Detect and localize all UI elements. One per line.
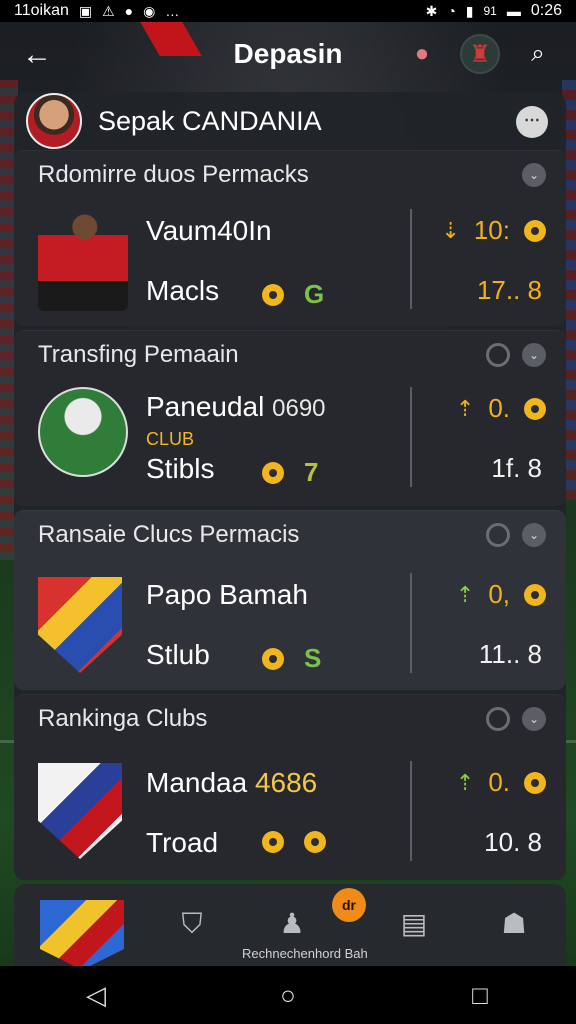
chevron-down-icon[interactable]: ⌄: [522, 163, 546, 187]
section-card[interactable]: Ransaie Clucs Permacis ⌄ Papo Bamah Stlu…: [14, 510, 566, 690]
status-carrier: 11oikan: [14, 2, 69, 19]
divider: [410, 761, 412, 861]
system-navigation-bar: ◁ ○ □: [0, 966, 576, 1024]
profile-name: Sepak CANDANIA: [98, 105, 322, 136]
message-icon: ●: [124, 3, 134, 19]
club-name: Mandaa 4686: [146, 767, 317, 799]
score-top: 10:: [473, 215, 510, 245]
stat-label: Troad: [146, 827, 219, 858]
stat-value: G: [304, 279, 325, 309]
alert-icon: ⚠: [102, 2, 115, 19]
search-icon[interactable]: ⌕: [518, 34, 558, 74]
section-title: Ransaie Clucs Permacis: [38, 521, 300, 548]
wifi-icon: ◔: [447, 3, 456, 19]
section-card[interactable]: Rdomirre duos Permacks ⌄ Vaum40In Macls …: [14, 150, 566, 326]
trend-icon: ⇡: [455, 769, 475, 795]
score-top: 0.: [488, 393, 510, 423]
club-tag: CLUB: [146, 429, 195, 449]
coin-icon: [524, 397, 546, 420]
stat-value: 7: [304, 457, 319, 487]
trend-icon: ⇡: [455, 395, 475, 421]
players-icon[interactable]: ●: [402, 34, 442, 74]
stat-value: S: [304, 643, 322, 673]
toggle-icon[interactable]: [486, 343, 510, 367]
section-card[interactable]: Rankinga Clubs ⌄ Mandaa 4686 Troad ⇡ 0. …: [14, 694, 566, 880]
toggle-icon[interactable]: [486, 523, 510, 547]
coin-icon: [262, 831, 284, 853]
divider: [410, 209, 412, 309]
club-crest: [38, 763, 122, 859]
player-name: Paneudal 0690: [146, 391, 326, 423]
signal-icon: ▮: [465, 2, 474, 19]
section-title: Rankinga Clubs: [38, 705, 208, 732]
coin-icon: [524, 583, 546, 606]
player-number: 0690: [272, 395, 326, 422]
nav-club-crest[interactable]: [40, 900, 124, 970]
stat-label: Stlub: [146, 639, 210, 670]
coin-icon: [262, 647, 284, 670]
team-badge-icon[interactable]: ♜: [460, 34, 500, 74]
status-time: 0:26: [530, 2, 562, 19]
status-bar: 11oikan ▣ ⚠ ● ◉ … ✱ ◔ ▮ 91 ▬ 0:26: [0, 0, 576, 22]
club-name: Papo Bamah: [146, 579, 308, 610]
section-card[interactable]: Transfing Pemaain ⌄ Paneudal 0690 CLUB S…: [14, 330, 566, 506]
app-bar: ← Depasin ● ♜ ⌕: [0, 22, 576, 86]
battery-icon: ▬: [506, 3, 521, 19]
home-circle-icon[interactable]: ○: [268, 975, 308, 1015]
score-bottom: 11.. 8: [478, 639, 542, 669]
community-icon[interactable]: ♟: [272, 904, 312, 944]
stat-label: Stibls: [146, 453, 215, 484]
score-bottom: 10. 8: [484, 827, 542, 857]
content-panel: Sepak CANDANIA ⋯ Rdomirre duos Permacks …: [14, 92, 566, 880]
section-title: Transfing Pemaain: [38, 341, 239, 368]
score-top: 0,: [488, 579, 510, 609]
bottom-navigation: ⛉ ♟ dr Rechnechenhord Bah ▤ ☗: [14, 884, 566, 970]
score-top: 0.: [488, 767, 510, 797]
sync-icon: ◉: [143, 2, 156, 19]
coin-icon: [304, 831, 326, 853]
divider: [410, 387, 412, 487]
news-icon[interactable]: ▤: [394, 904, 434, 944]
battery-level: 91: [483, 4, 497, 18]
shield-icon[interactable]: ⛉: [172, 904, 212, 944]
chevron-down-icon[interactable]: ⌄: [522, 707, 546, 731]
coin-icon: [262, 461, 284, 484]
more-notifications-icon: …: [165, 3, 180, 19]
trend-icon: ⇡: [455, 581, 475, 607]
player-photo: [38, 211, 128, 311]
club-crest: [38, 577, 122, 673]
more-options-icon[interactable]: ⋯: [516, 106, 548, 138]
notification-icon: ▣: [78, 2, 93, 19]
stat-label: Macls: [146, 275, 220, 306]
profile-header[interactable]: Sepak CANDANIA ⋯: [14, 92, 566, 150]
profile-icon[interactable]: ☗: [494, 904, 534, 944]
coin-icon: [524, 219, 546, 242]
avatar: [26, 93, 82, 149]
chevron-down-icon[interactable]: ⌄: [522, 523, 546, 547]
nav-caption: Rechnechenhord Bah: [242, 946, 368, 961]
back-triangle-icon[interactable]: ◁: [76, 975, 116, 1015]
player-photo: [38, 387, 128, 477]
recents-square-icon[interactable]: □: [460, 975, 500, 1015]
score-bottom: 17.. 8: [476, 275, 542, 305]
notification-badge[interactable]: dr: [332, 888, 366, 922]
player-name: Vaum40In: [146, 215, 272, 246]
coin-icon: [524, 771, 546, 794]
club-name-text: Mandaa: [146, 767, 248, 798]
bluetooth-icon: ✱: [425, 2, 438, 19]
chevron-down-icon[interactable]: ⌄: [522, 343, 546, 367]
score-bottom: 1f. 8: [491, 453, 542, 483]
trend-icon: ⇣: [441, 217, 460, 243]
toggle-icon[interactable]: [486, 707, 510, 731]
coin-icon: [262, 283, 284, 306]
section-title: Rdomirre duos Permacks: [38, 161, 309, 188]
player-name-text: Paneudal: [146, 391, 265, 422]
club-number: 4686: [254, 767, 318, 798]
divider: [410, 573, 412, 673]
